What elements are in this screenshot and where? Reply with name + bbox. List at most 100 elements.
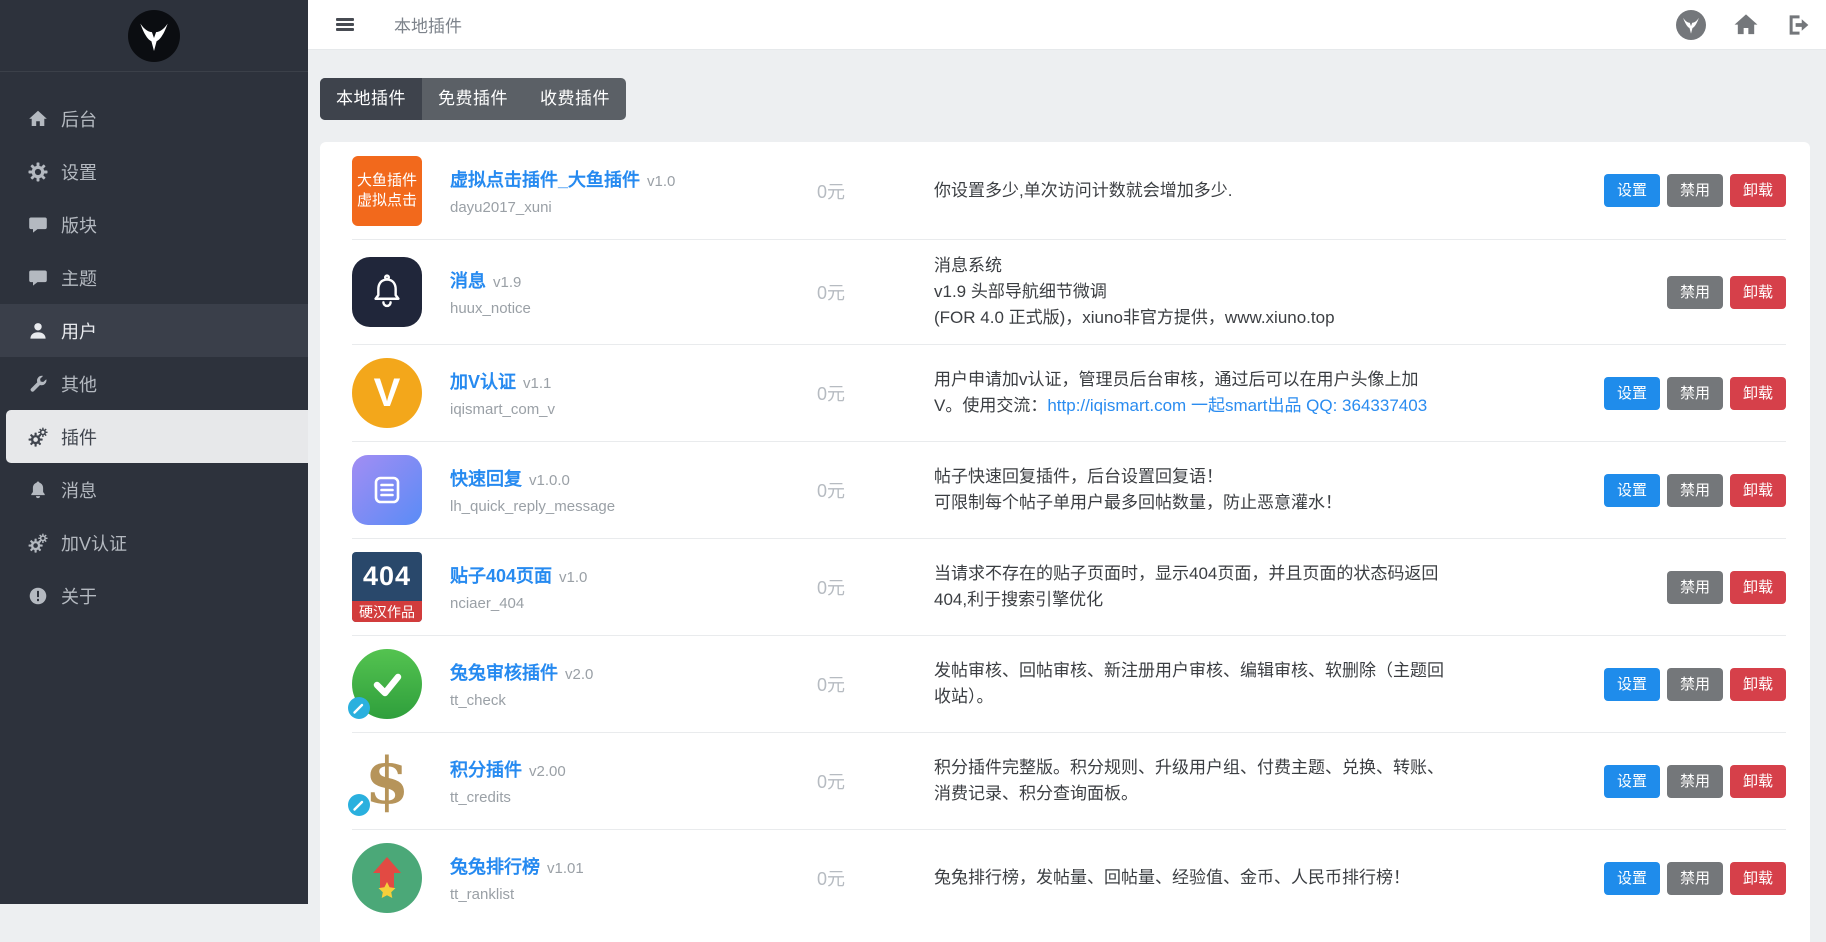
uninstall-button[interactable]: 卸载	[1730, 765, 1786, 798]
plugin-price: 0元	[817, 768, 934, 794]
plugin-name-link[interactable]: 贴子404页面	[450, 566, 552, 586]
plugin-actions: 设置禁用卸载	[1604, 862, 1786, 895]
menu-toggle-button[interactable]	[336, 18, 354, 31]
uninstall-button[interactable]: 卸载	[1730, 174, 1786, 207]
sidebar-item-about[interactable]: 关于	[0, 569, 308, 622]
plugin-actions: 设置禁用卸载	[1604, 668, 1786, 701]
plugin-description-text: 兔兔排行榜，发帖量、回帖量、经验值、金币、人民币排行榜！	[934, 868, 1410, 887]
sidebar-item-topics[interactable]: 主题	[0, 251, 308, 304]
plugin-price: 0元	[817, 671, 934, 697]
plugin-icon-p404: 404硬汉作品	[352, 552, 422, 622]
uninstall-button[interactable]: 卸载	[1730, 571, 1786, 604]
plugin-description-text: 消息系统 v1.9 头部导航细节微调 (FOR 4.0 正式版)，xiuno非官…	[934, 256, 1335, 327]
sidebar-item-other[interactable]: 其他	[0, 357, 308, 410]
settings-button[interactable]: 设置	[1604, 474, 1660, 507]
tab-free-plugins[interactable]: 免费插件	[422, 78, 524, 120]
plugin-name-link[interactable]: 加V认证	[450, 372, 516, 392]
disable-button[interactable]: 禁用	[1667, 174, 1723, 207]
tab-local-plugins[interactable]: 本地插件	[320, 78, 422, 120]
uninstall-button[interactable]: 卸载	[1730, 377, 1786, 410]
settings-button[interactable]: 设置	[1604, 174, 1660, 207]
plugin-row: 快速回复v1.0.0 lh_quick_reply_message 0元 帖子快…	[352, 441, 1786, 538]
disable-button[interactable]: 禁用	[1667, 377, 1723, 410]
plugin-description: 兔兔排行榜，发帖量、回帖量、经验值、金币、人民币排行榜！	[934, 865, 1604, 891]
settings-button[interactable]: 设置	[1604, 377, 1660, 410]
plugin-row: 404硬汉作品 贴子404页面v1.0 nciaer_404 0元 当请求不存在…	[352, 538, 1786, 635]
sidebar-item-label: 设置	[61, 159, 97, 185]
plugin-description-link[interactable]: http://iqismart.com 一起smart出品 QQ: 364337…	[1047, 396, 1427, 415]
plugin-icon-ranklist	[352, 843, 422, 913]
disable-button[interactable]: 禁用	[1667, 276, 1723, 309]
home-icon[interactable]	[1733, 12, 1759, 38]
sidebar-item-dashboard[interactable]: 后台	[0, 92, 308, 145]
comment-icon	[28, 215, 48, 235]
plugin-actions: 设置禁用卸载	[1604, 174, 1786, 207]
gears-icon	[28, 427, 48, 447]
xiuno-logo-icon[interactable]	[1676, 10, 1706, 40]
sidebar-item-settings[interactable]: 设置	[0, 145, 308, 198]
plugin-version: v1.9	[493, 274, 521, 291]
sidebar-item-users[interactable]: 用户	[0, 304, 308, 357]
plugin-icon-text: 大鱼插件 虚拟点击	[357, 171, 417, 211]
sidebar-menu: 后台 设置 版块 主题 用户 其他 插件 消息	[0, 72, 308, 622]
sidebar-item-plugins[interactable]: 插件	[6, 410, 308, 463]
plugin-description: 你设置多少,单次访问计数就会增加多少.	[934, 178, 1604, 204]
plugin-name-link[interactable]: 积分插件	[450, 760, 522, 780]
plugin-icon-dayu: 大鱼插件 虚拟点击	[352, 156, 422, 226]
plugin-price: 0元	[817, 477, 934, 503]
disable-button[interactable]: 禁用	[1667, 862, 1723, 895]
plugin-version: v1.1	[523, 375, 551, 392]
plugin-description-text: 发帖审核、回帖审核、新注册用户审核、编辑审核、软删除（主题回 收站）。	[934, 661, 1444, 706]
sidebar: 后台 设置 版块 主题 用户 其他 插件 消息	[0, 0, 308, 904]
disable-button[interactable]: 禁用	[1667, 474, 1723, 507]
uninstall-button[interactable]: 卸载	[1730, 276, 1786, 309]
sidebar-item-verify-v[interactable]: 加V认证	[0, 516, 308, 569]
disable-button[interactable]: 禁用	[1667, 571, 1723, 604]
user-icon	[28, 321, 48, 341]
sidebar-item-forums[interactable]: 版块	[0, 198, 308, 251]
bell-icon	[28, 480, 48, 500]
sidebar-item-messages[interactable]: 消息	[0, 463, 308, 516]
settings-button[interactable]: 设置	[1604, 862, 1660, 895]
plugin-description: 积分插件完整版。积分规则、升级用户组、付费主题、兑换、转账、 消费记录、积分查询…	[934, 755, 1604, 807]
plugin-id: dayu2017_xuni	[450, 199, 805, 216]
main-area: 本地插件 本地插件 免费插件 收费插件 大鱼插件 虚拟点击 虚拟点击插件_大鱼插…	[308, 0, 1826, 904]
plugin-price: 0元	[817, 279, 934, 305]
plugin-row: $ 积分插件v2.00 tt_credits 0元 积分插件完整版。积分规则、升…	[352, 732, 1786, 829]
settings-button[interactable]: 设置	[1604, 668, 1660, 701]
plugin-actions: 设置禁用卸载	[1604, 474, 1786, 507]
plugin-name-link[interactable]: 兔兔排行榜	[450, 857, 540, 877]
pencil-badge-icon	[348, 794, 370, 816]
plugin-name-link[interactable]: 消息	[450, 271, 486, 291]
plugin-price: 0元	[817, 865, 934, 891]
plugin-version: v1.0	[647, 173, 675, 190]
plugin-description: 用户申请加v认证，管理员后台审核，通过后可以在用户头像上加 V。使用交流：htt…	[934, 367, 1604, 419]
tab-paid-plugins[interactable]: 收费插件	[524, 78, 626, 120]
plugin-name-link[interactable]: 快速回复	[450, 469, 522, 489]
ribbon-label: 硬汉作品	[352, 601, 422, 622]
disable-button[interactable]: 禁用	[1667, 668, 1723, 701]
plugin-description: 当请求不存在的贴子页面时，显示404页面，并且页面的状态码返回 404,利于搜索…	[934, 561, 1667, 613]
plugin-list: 大鱼插件 虚拟点击 虚拟点击插件_大鱼插件v1.0 dayu2017_xuni …	[352, 142, 1786, 926]
plugin-actions: 禁用卸载	[1667, 276, 1786, 309]
uninstall-button[interactable]: 卸载	[1730, 862, 1786, 895]
plugin-version: v2.0	[565, 666, 593, 683]
gear-icon	[28, 162, 48, 182]
comment-icon	[28, 268, 48, 288]
settings-button[interactable]: 设置	[1604, 765, 1660, 798]
uninstall-button[interactable]: 卸载	[1730, 474, 1786, 507]
plugin-version: v1.01	[547, 860, 584, 877]
bell-glyph	[368, 273, 406, 311]
info-icon	[28, 586, 48, 606]
rank-arrow-glyph	[360, 851, 414, 905]
plugin-name-link[interactable]: 虚拟点击插件_大鱼插件	[450, 170, 640, 190]
plugin-name-link[interactable]: 兔兔审核插件	[450, 663, 558, 683]
sign-out-icon[interactable]	[1786, 12, 1812, 38]
sidebar-item-label: 消息	[61, 477, 97, 503]
plugin-description-text: 积分插件完整版。积分规则、升级用户组、付费主题、兑换、转账、 消费记录、积分查询…	[934, 758, 1444, 803]
disable-button[interactable]: 禁用	[1667, 765, 1723, 798]
uninstall-button[interactable]: 卸载	[1730, 668, 1786, 701]
plugin-id: tt_ranklist	[450, 886, 805, 903]
plugin-icon-check	[352, 649, 422, 719]
plugin-id: tt_credits	[450, 789, 805, 806]
